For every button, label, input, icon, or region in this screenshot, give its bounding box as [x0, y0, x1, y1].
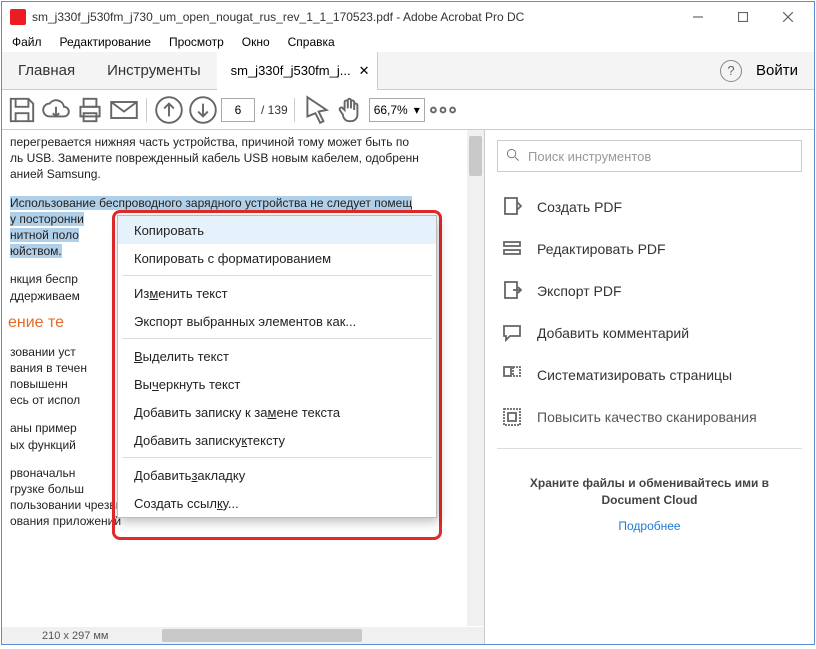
window-title: sm_j330f_j530fm_j730_um_open_nougat_rus_…	[32, 10, 675, 24]
tool-label: Систематизировать страницы	[537, 367, 732, 383]
doc-text-selected: нитной поло	[10, 228, 79, 242]
tool-label: Экспорт PDF	[537, 283, 622, 299]
close-button[interactable]	[765, 3, 810, 31]
doc-text-selected: у посторонни	[10, 212, 84, 226]
tab-document[interactable]: sm_j330f_j530fm_j... ✕	[217, 52, 379, 90]
zoom-select[interactable]: 66,7% ▾	[369, 98, 425, 122]
login-button[interactable]: Войти	[756, 62, 798, 79]
pdf-app-icon	[10, 9, 26, 25]
ctx-copy-formatted[interactable]: Копировать с форматированием	[118, 244, 436, 272]
create-pdf-icon	[501, 196, 523, 218]
doc-text-selected: юйством.	[10, 244, 62, 258]
tab-document-label: sm_j330f_j530fm_j...	[231, 63, 351, 78]
page-number-input[interactable]	[221, 98, 255, 122]
title-bar: sm_j330f_j530fm_j730_um_open_nougat_rus_…	[2, 2, 814, 32]
page-down-icon[interactable]	[187, 94, 219, 126]
ctx-add-bookmark[interactable]: Добавить закладку	[118, 461, 436, 489]
ctx-create-link[interactable]: Создать ссылку...	[118, 489, 436, 517]
toolbar: / 139 66,7% ▾	[2, 90, 814, 130]
menu-edit[interactable]: Редактирование	[56, 33, 155, 51]
more-icon[interactable]	[427, 94, 459, 126]
menu-window[interactable]: Окно	[238, 33, 274, 51]
ctx-strikeout-text[interactable]: Вычеркнуть текст	[118, 370, 436, 398]
tab-tools[interactable]: Инструменты	[91, 52, 217, 90]
cloud-icon[interactable]	[40, 94, 72, 126]
ctx-highlight-text[interactable]: Выделить текст	[118, 342, 436, 370]
tab-home[interactable]: Главная	[2, 52, 91, 90]
scan-icon	[501, 406, 523, 428]
horizontal-scrollbar[interactable]: 210 x 297 мм	[2, 627, 467, 644]
tool-edit-pdf[interactable]: Редактировать PDF	[497, 230, 802, 268]
chevron-down-icon: ▾	[414, 103, 420, 117]
tool-create-pdf[interactable]: Создать PDF	[497, 188, 802, 226]
app-tabs: Главная Инструменты sm_j330f_j530fm_j...…	[2, 52, 814, 90]
ctx-export-selection[interactable]: Экспорт выбранных элементов как...	[118, 307, 436, 335]
doc-text: анией Samsung.	[2, 166, 466, 182]
tool-label: Создать PDF	[537, 199, 622, 215]
context-menu: Копировать Копировать с форматированием …	[117, 215, 437, 518]
tool-label: Добавить комментарий	[537, 325, 689, 341]
export-pdf-icon	[501, 280, 523, 302]
menu-view[interactable]: Просмотр	[165, 33, 228, 51]
close-tab-icon[interactable]: ✕	[359, 63, 370, 79]
edit-pdf-icon	[501, 238, 523, 260]
vertical-scrollbar[interactable]	[467, 130, 484, 626]
tool-organize[interactable]: Систематизировать страницы	[497, 356, 802, 394]
hand-icon[interactable]	[335, 94, 367, 126]
page-total: / 139	[261, 103, 288, 117]
menu-file[interactable]: Файл	[8, 33, 46, 51]
page-up-icon[interactable]	[153, 94, 185, 126]
menu-bar: Файл Редактирование Просмотр Окно Справк…	[2, 32, 814, 52]
comment-icon	[501, 322, 523, 344]
doc-text: ль USB. Замените поврежденный кабель USB…	[2, 150, 466, 166]
help-icon[interactable]: ?	[720, 60, 742, 82]
tool-comment[interactable]: Добавить комментарий	[497, 314, 802, 352]
cloud-learn-more-link[interactable]: Подробнее	[497, 519, 802, 533]
ctx-edit-text[interactable]: Изменить текст	[118, 279, 436, 307]
maximize-button[interactable]	[720, 3, 765, 31]
doc-text: перегревается нижняя часть устройства, п…	[2, 134, 466, 150]
ctx-note-text[interactable]: Добавить записку к тексту	[118, 426, 436, 454]
ctx-copy[interactable]: Копировать	[118, 216, 436, 244]
tool-label: Редактировать PDF	[537, 241, 666, 257]
selection-arrow-icon[interactable]	[301, 94, 333, 126]
zoom-value: 66,7%	[374, 103, 408, 117]
ctx-note-replace[interactable]: Добавить записку к замене текста	[118, 398, 436, 426]
tools-search-input[interactable]: Поиск инструментов	[497, 140, 802, 172]
search-placeholder: Поиск инструментов	[528, 149, 651, 164]
tool-export-pdf[interactable]: Экспорт PDF	[497, 272, 802, 310]
cloud-note: Храните файлы и обменивайтесь ими в Docu…	[497, 475, 802, 509]
tool-label: Повысить качество сканирования	[537, 409, 757, 425]
search-icon	[506, 148, 520, 165]
tool-scan-quality[interactable]: Повысить качество сканирования	[497, 398, 802, 436]
mail-icon[interactable]	[108, 94, 140, 126]
organize-icon	[501, 364, 523, 386]
menu-help[interactable]: Справка	[284, 33, 339, 51]
print-icon[interactable]	[74, 94, 106, 126]
page-dimensions: 210 x 297 мм	[42, 630, 109, 642]
doc-text-selected: Использование беспроводного зарядного ус…	[10, 196, 412, 210]
minimize-button[interactable]	[675, 3, 720, 31]
scroll-corner	[467, 627, 484, 644]
tools-panel: Поиск инструментов Создать PDF Редактиро…	[484, 130, 814, 644]
save-icon[interactable]	[6, 94, 38, 126]
